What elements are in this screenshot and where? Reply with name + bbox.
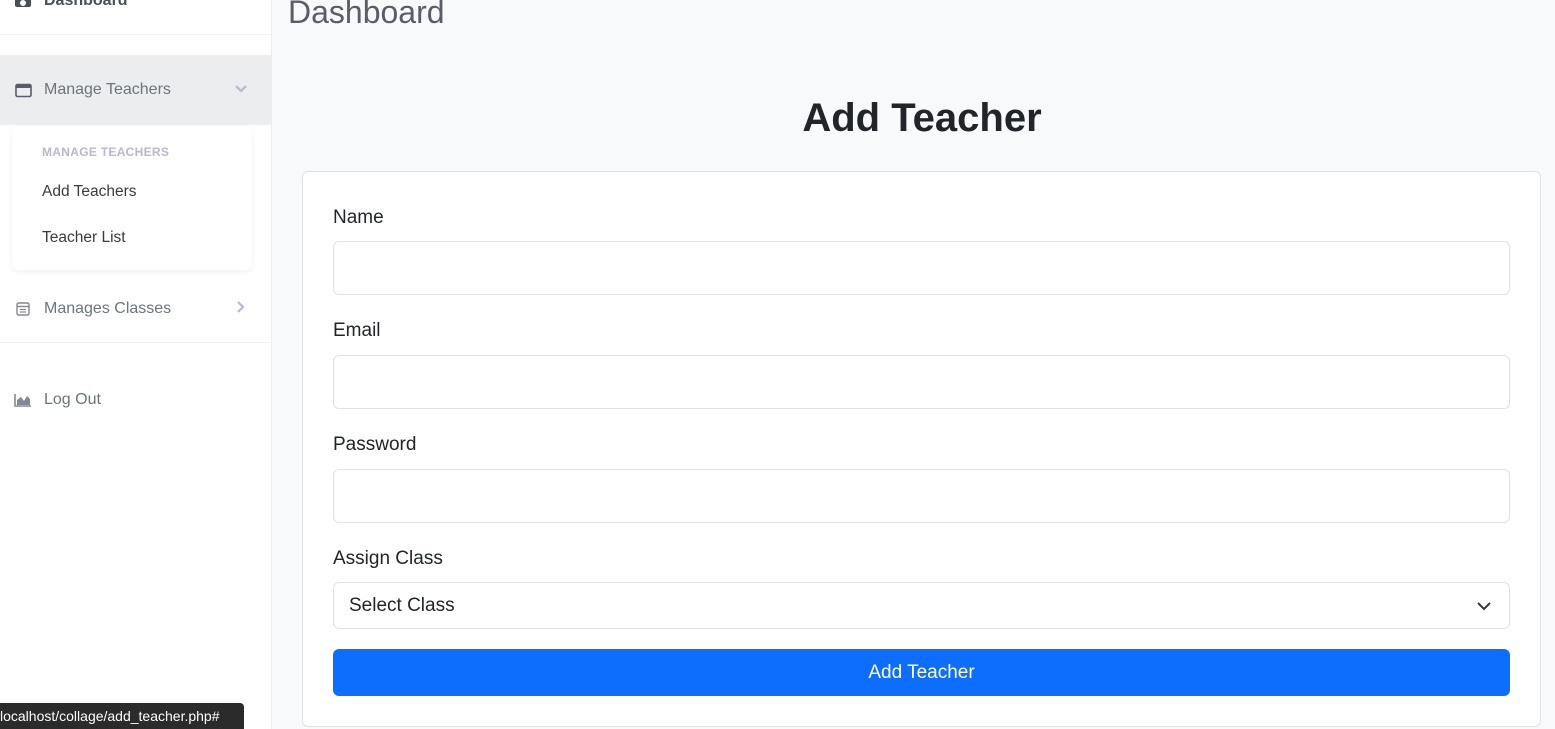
sidebar: Dashboard Manage Teachers MANAGE TEACHER… — [0, 0, 272, 729]
submenu-item-add-teachers[interactable]: Add Teachers — [42, 183, 137, 201]
name-label: Name — [333, 207, 384, 228]
sidebar-item-label: Log Out — [44, 391, 101, 408]
sidebar-item-label: Manage Teachers — [44, 81, 171, 98]
app-window: Dashboard Manage Teachers MANAGE TEACHER… — [0, 0, 1555, 729]
name-input[interactable] — [333, 241, 1510, 295]
form-heading: Add Teacher — [802, 96, 1042, 140]
sidebar-divider — [0, 342, 272, 343]
browser-status-url: localhost/collage/add_teacher.php# — [0, 703, 244, 729]
submenu-header: MANAGE TEACHERS — [42, 145, 170, 159]
chevron-down-icon — [233, 81, 249, 97]
select-value: Select Class — [349, 594, 455, 616]
sidebar-item-label: Manages Classes — [44, 300, 172, 317]
manage-teachers-submenu: MANAGE TEACHERS Add Teachers Teacher Lis… — [12, 125, 252, 270]
page-title: Dashboard — [288, 0, 445, 30]
password-label: Password — [333, 434, 417, 455]
password-input[interactable] — [333, 469, 1510, 523]
chevron-right-icon — [233, 299, 249, 315]
area-chart-icon — [14, 391, 32, 409]
assign-class-label: Assign Class — [333, 548, 443, 569]
add-teacher-button[interactable]: Add Teacher — [333, 649, 1510, 696]
email-input[interactable] — [333, 355, 1510, 409]
sidebar-item-manage-classes[interactable]: Manages Classes — [0, 290, 272, 326]
email-label: Email — [333, 320, 381, 341]
window-icon — [14, 81, 32, 99]
sidebar-item-manage-teachers[interactable]: Manage Teachers — [0, 55, 272, 125]
calendar-icon — [14, 300, 32, 318]
add-teacher-form: Name Email Password Assign Class Select … — [302, 171, 1541, 727]
select-caret-icon — [1475, 597, 1493, 615]
sidebar-item-dashboard[interactable]: Dashboard — [0, 0, 272, 16]
sidebar-item-logout[interactable]: Log Out — [0, 383, 272, 419]
sidebar-divider — [0, 34, 272, 35]
main-content: Dashboard Add Teacher Name Email Passwor… — [272, 0, 1555, 729]
assign-class-select[interactable]: Select Class — [333, 582, 1510, 629]
submenu-item-teacher-list[interactable]: Teacher List — [42, 229, 126, 247]
tachometer-icon — [14, 0, 32, 10]
sidebar-item-label: Dashboard — [44, 0, 128, 9]
